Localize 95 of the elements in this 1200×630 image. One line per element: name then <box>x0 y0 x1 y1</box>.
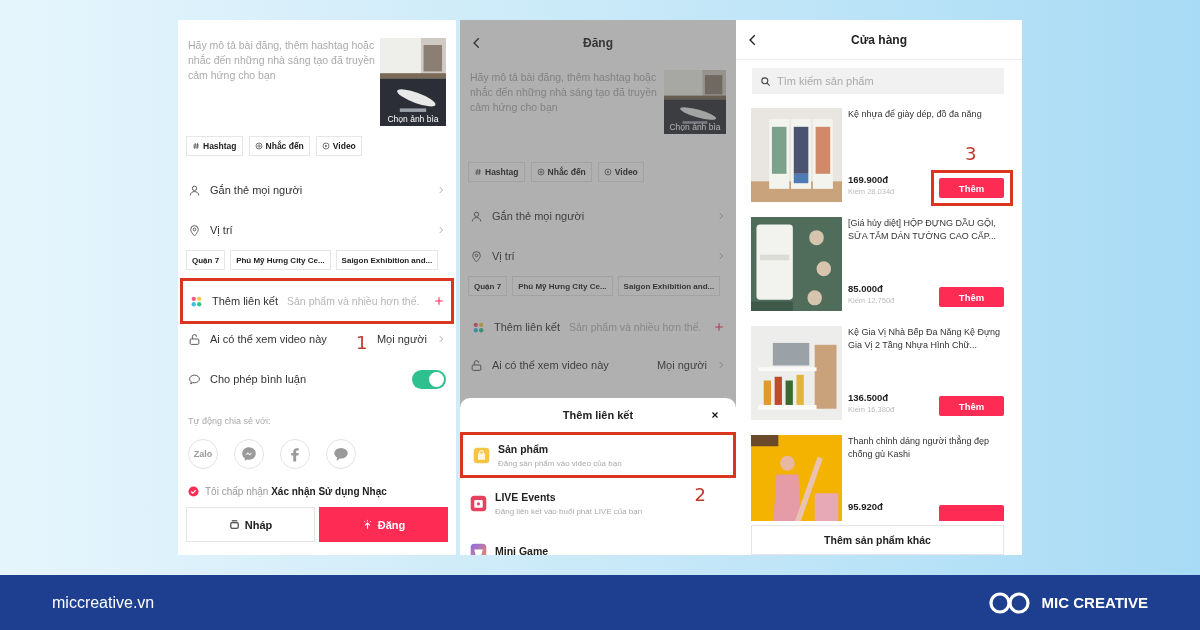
checkbox-icon[interactable] <box>188 485 199 497</box>
chip-button[interactable]: Nhắc đến <box>248 136 310 156</box>
chevron-icon <box>716 360 726 370</box>
tray-icon <box>228 519 240 530</box>
product-name[interactable]: Kệ Gia Vị Nhà Bếp Đa Năng Kệ Đựng Gia Vị 2 Tầng Nhựa Hình Chữ... <box>848 326 1004 352</box>
speech-bubble-icon <box>188 372 201 386</box>
product-name[interactable]: [Giá hủy diệt] HỘP ĐỰNG DẦU GỘI, SỮA TẮM DÁN TƯỜNG CAO CẤP... <box>848 217 1004 243</box>
item-subtitle: Đăng liên kết vào buổi phát LIVE của bạn <box>495 506 643 516</box>
website-url[interactable]: miccreative.vn <box>52 593 155 612</box>
place-chip[interactable]: Phú Mỹ Hưng City Ce... <box>230 250 331 270</box>
sheet-item[interactable]: Sản phẩm Đăng sản phẩm vào video của bạn <box>460 432 736 478</box>
plus-icon[interactable] <box>434 296 444 306</box>
chip-label: Nhắc đến <box>547 167 586 177</box>
chip-button[interactable]: Video <box>315 136 362 156</box>
chip-label: Video <box>614 167 638 177</box>
item-subtitle: Đăng sản phẩm vào video của bạn <box>498 458 622 468</box>
row-label: Cho phép bình luận <box>210 373 307 385</box>
screen-title: Cửa hàng <box>851 32 907 47</box>
close-icon[interactable] <box>710 410 720 420</box>
row-label[interactable]: Gắn thẻ mọi người <box>210 184 303 196</box>
chip-label: Video <box>332 141 356 151</box>
place-chip[interactable]: Quận 7 <box>186 250 226 270</box>
location-pin-icon <box>470 249 483 263</box>
chip-button[interactable]: Nhắc đến <box>530 162 592 182</box>
play-icon <box>603 168 612 176</box>
chevron-icon <box>716 251 726 261</box>
more-products-button[interactable]: Thêm sản phẩm khác <box>751 525 1004 555</box>
lock-icon <box>188 332 201 346</box>
calendar-icon <box>470 494 487 512</box>
row-label[interactable]: Ai có thể xem video này <box>210 333 327 345</box>
place-chip[interactable]: Phú Mỹ Hưng City Ce... <box>512 276 613 296</box>
play-icon <box>321 142 330 150</box>
post-button[interactable]: Đăng <box>319 507 448 542</box>
step-number: 1 <box>356 333 368 353</box>
row-label[interactable]: Gắn thẻ mọi người <box>492 210 585 222</box>
person-icon <box>470 209 483 223</box>
person-icon <box>188 183 201 197</box>
upload-icon <box>361 519 373 530</box>
add-button[interactable]: Thêm <box>939 287 1004 307</box>
place-chip[interactable]: Saigon Exhibition and... <box>335 250 439 270</box>
sheet-item[interactable]: Mini Game <box>460 528 736 555</box>
chevron-icon <box>436 185 446 195</box>
row-label[interactable]: Ai có thể xem video này <box>492 359 609 371</box>
chevron-icon <box>436 225 446 235</box>
product-name[interactable]: Thanh chỉnh dáng người thẳng đẹp chống gù Kashi <box>848 435 1004 461</box>
product-price: 85.000đ <box>848 283 884 295</box>
place-chip[interactable]: Saigon Exhibition and... <box>617 276 721 296</box>
chip-label: Nhắc đến <box>265 141 304 151</box>
consent-text: Tôi chấp nhận Xác nhận Sử dụng Nhạc <box>205 485 387 497</box>
hash-icon <box>474 168 482 176</box>
step-number: 3 <box>965 144 977 164</box>
shopping-bag-icon <box>473 446 490 464</box>
place-chip[interactable]: Quận 7 <box>468 276 508 296</box>
at-icon <box>254 142 263 150</box>
lock-icon <box>470 358 483 372</box>
dots-icon <box>472 320 485 334</box>
share-label: Tự động chia sẻ với: <box>187 415 272 427</box>
product-price: 136.500đ <box>848 392 890 404</box>
row-label[interactable]: Thêm liên kết <box>494 321 561 333</box>
search-field[interactable]: Tìm kiếm sản phẩm <box>752 68 1004 94</box>
row-value[interactable]: Mọi người <box>376 333 427 345</box>
product-price: 169.900đ <box>848 174 890 186</box>
chevron-icon <box>716 211 726 221</box>
draft-button[interactable]: Nháp <box>186 507 315 542</box>
row-hint: Sản phẩm và nhiều hơn thế. <box>287 295 420 307</box>
chip-button[interactable]: Hashtag <box>468 162 525 182</box>
brand-name: MIC CREATIVE <box>1041 594 1148 611</box>
sheet-title: Thêm liên kết <box>562 409 634 421</box>
chat-bubble-icon <box>332 445 350 463</box>
item-title: LIVE Events <box>495 490 557 503</box>
row-value[interactable]: Mọi người <box>656 359 707 371</box>
toggle-switch[interactable] <box>412 369 446 389</box>
dots-icon <box>190 294 203 308</box>
row-label[interactable]: Vị trí <box>492 250 515 262</box>
item-title: Sản phẩm <box>498 442 550 455</box>
step-number: 2 <box>694 485 706 505</box>
product-price: 95.920đ <box>848 501 883 513</box>
chip-button[interactable]: Video <box>597 162 644 182</box>
row-label[interactable]: Vị trí <box>210 224 233 236</box>
plus-icon[interactable] <box>714 322 724 332</box>
item-title: Mini Game <box>495 545 549 555</box>
product-name[interactable]: Kệ nhựa để giày dép, đồ đa năng <box>848 108 1004 121</box>
at-icon <box>536 168 545 176</box>
chip-label: Hashtag <box>485 167 519 177</box>
add-button[interactable]: Thêm <box>939 178 1004 198</box>
row-label[interactable]: Thêm liên kết <box>212 295 279 307</box>
chip-label: Hashtag <box>203 141 237 151</box>
hash-icon <box>192 142 200 150</box>
chevron-icon <box>436 334 446 344</box>
sheet-item[interactable]: LIVE Events Đăng liên kết vào buổi phát LIVE của bạn 2 <box>460 480 736 526</box>
location-pin-icon <box>188 223 201 237</box>
messenger-icon <box>240 445 258 463</box>
chip-button[interactable]: Hashtag <box>186 136 243 156</box>
screen-title: Đăng <box>583 36 613 50</box>
add-button[interactable]: Thêm <box>939 396 1004 416</box>
